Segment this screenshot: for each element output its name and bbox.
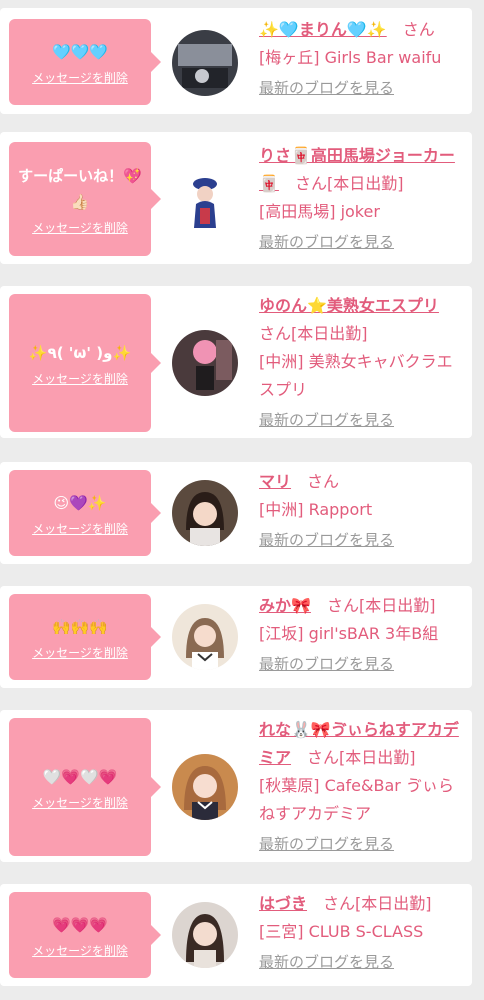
delete-message-link[interactable]: メッセージを削除 (32, 520, 128, 537)
user-name-link[interactable]: ゆのん⭐美熟女エスプリ (259, 296, 439, 315)
list-item: ✨٩( 'ω' )و✨ メッセージを削除 ゆのん⭐美熟女エスプリ さん[本日出勤… (0, 286, 472, 438)
avatar[interactable] (172, 480, 238, 546)
shop-name: [江坂] girl'sBAR 3年B組 (259, 624, 439, 643)
message-bubble: 🙌🙌🙌 メッセージを削除 (9, 594, 161, 680)
avatar-photo (172, 604, 238, 670)
list-item: 😉💜✨ メッセージを削除 マリ さん [中洲] Rapport 最新のブログを見… (0, 462, 472, 564)
shop-name: [中洲] Rapport (259, 500, 373, 519)
latest-blog-link[interactable]: 最新のブログを見る (259, 950, 394, 974)
avatar[interactable] (172, 30, 238, 96)
avatar[interactable] (172, 330, 238, 396)
message-bubble: 😉💜✨ メッセージを削除 (9, 470, 161, 556)
avatar-photo (172, 168, 238, 234)
delete-message-link[interactable]: メッセージを削除 (32, 644, 128, 661)
avatar-photo (172, 754, 238, 820)
message-bubble: 🤍💗🤍💗 メッセージを削除 (9, 718, 161, 856)
message-bubble: すーぱーいね！💖👍🏻 メッセージを削除 (9, 142, 161, 256)
avatar-photo (172, 480, 238, 546)
honorific: さん (259, 324, 292, 343)
latest-blog-link[interactable]: 最新のブログを見る (259, 652, 394, 676)
delete-message-link[interactable]: メッセージを削除 (32, 942, 128, 959)
message-list: 🩵🩵🩵 メッセージを削除 ✨🩵まりん🩵✨ さん [梅ヶ丘] Girls Bar … (0, 0, 484, 1000)
message-text: ✨٩( 'ω' )و✨ (28, 343, 132, 362)
shop-name: [高田馬場] joker (259, 202, 380, 221)
list-item: すーぱーいね！💖👍🏻 メッセージを削除 りさ🀄高田馬場ジョーカー🀄 さん[本日出… (0, 132, 472, 264)
list-item: 🩵🩵🩵 メッセージを削除 ✨🩵まりん🩵✨ さん [梅ヶ丘] Girls Bar … (0, 8, 472, 114)
latest-blog-link[interactable]: 最新のブログを見る (259, 832, 394, 856)
shop-name: [梅ヶ丘] Girls Bar waifu (259, 48, 442, 67)
message-bubble: 💗💗💗 メッセージを削除 (9, 892, 161, 978)
avatar[interactable] (172, 902, 238, 968)
message-text: 🩵🩵🩵 (51, 42, 109, 61)
status-badge: [本日出勤] (291, 324, 368, 343)
list-item: 🙌🙌🙌 メッセージを削除 みか🎀 さん[本日出勤] [江坂] girl'sBAR… (0, 586, 472, 688)
honorific: さん (294, 174, 327, 193)
user-name-link[interactable]: マリ (259, 472, 291, 491)
honorific: さん (307, 472, 340, 491)
honorific: さん (307, 748, 340, 767)
latest-blog-link[interactable]: 最新のブログを見る (259, 528, 394, 552)
status-badge: [本日出勤] (326, 174, 404, 193)
avatar[interactable] (172, 754, 238, 820)
shop-name: [中洲] 美熟女キャバクラエスプリ (259, 352, 453, 399)
message-bubble: ✨٩( 'ω' )و✨ メッセージを削除 (9, 294, 161, 432)
message-text: 🤍💗🤍💗 (42, 767, 118, 786)
delete-message-link[interactable]: メッセージを削除 (32, 794, 128, 811)
avatar[interactable] (172, 604, 238, 670)
avatar-photo (172, 330, 238, 396)
user-name-link[interactable]: ✨🩵まりん🩵✨ (259, 20, 387, 39)
message-text: 💗💗💗 (51, 915, 109, 934)
honorific: さん (402, 20, 435, 39)
status-badge: [本日出勤] (358, 596, 436, 615)
latest-blog-link[interactable]: 最新のブログを見る (259, 408, 394, 432)
message-text: すーぱーいね！💖👍🏻 (18, 166, 142, 211)
honorific: さん (326, 596, 359, 615)
honorific: さん (323, 894, 356, 913)
status-badge: [本日出勤] (339, 748, 416, 767)
list-item: 💗💗💗 メッセージを削除 はづき さん[本日出勤] [三宮] CLUB S-CL… (0, 884, 472, 986)
delete-message-link[interactable]: メッセージを削除 (32, 370, 128, 387)
delete-message-link[interactable]: メッセージを削除 (32, 69, 128, 86)
message-bubble: 🩵🩵🩵 メッセージを削除 (9, 19, 161, 105)
user-name-link[interactable]: みか🎀 (259, 596, 311, 615)
message-text: 🙌🙌🙌 (51, 617, 109, 636)
latest-blog-link[interactable]: 最新のブログを見る (259, 230, 394, 254)
avatar-photo (172, 902, 238, 968)
shop-name: [秋葉原] Cafe&Bar ゔぃらねすアカデミア (259, 776, 454, 823)
status-badge: [本日出勤] (355, 894, 432, 913)
list-item: 🤍💗🤍💗 メッセージを削除 れな🐰🎀ゔぃらねすアカデミア さん[本日出勤] [秋… (0, 710, 472, 862)
message-text: 😉💜✨ (53, 493, 107, 512)
avatar[interactable] (172, 168, 238, 234)
avatar-photo (172, 30, 238, 96)
delete-message-link[interactable]: メッセージを削除 (32, 219, 128, 236)
latest-blog-link[interactable]: 最新のブログを見る (259, 76, 394, 100)
user-name-link[interactable]: はづき (259, 894, 307, 913)
shop-name: [三宮] CLUB S-CLASS (259, 922, 424, 941)
